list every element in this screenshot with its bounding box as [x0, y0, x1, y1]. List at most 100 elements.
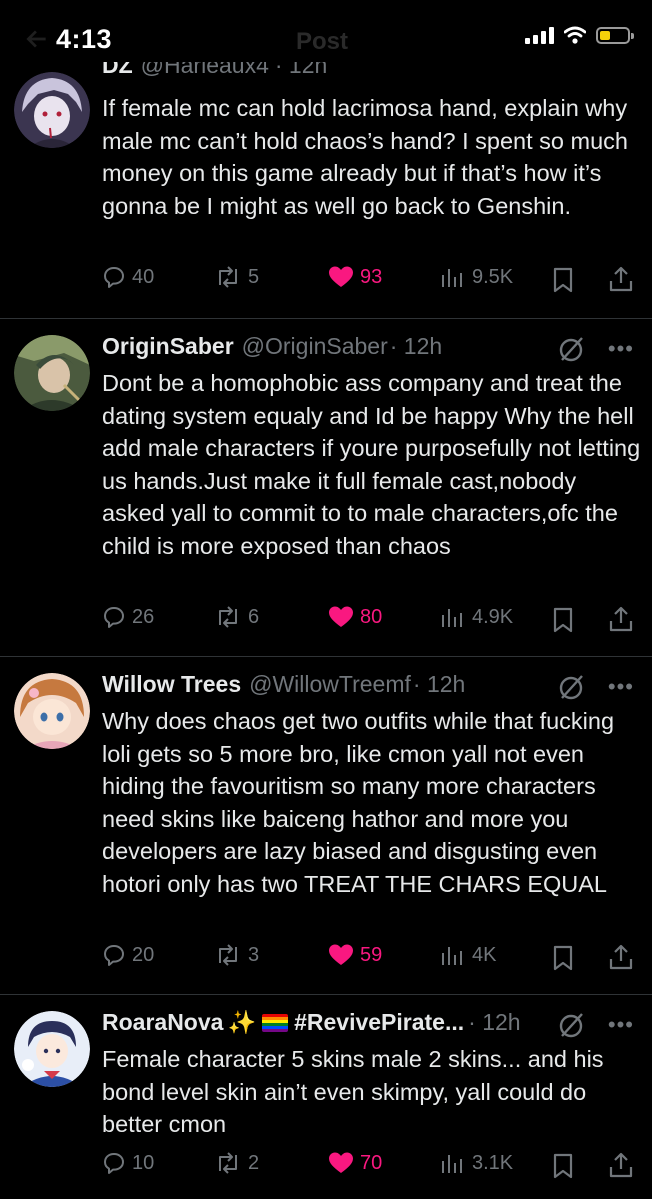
tweet-header-actions: •••: [558, 673, 634, 701]
heart-filled-icon: [329, 606, 353, 627]
view-count: 4.9K: [472, 605, 514, 628]
author-name[interactable]: OriginSaber: [102, 333, 234, 360]
more-options-icon[interactable]: •••: [608, 1014, 634, 1036]
bookmark-icon[interactable]: [552, 607, 574, 633]
bookmark-icon[interactable]: [552, 945, 574, 971]
analytics-icon: [442, 609, 462, 627]
tweet[interactable]: RoaraNova ✨ #RevivePirate... · 12h ••• F…: [0, 995, 652, 1199]
avatar[interactable]: [14, 335, 90, 411]
avatar[interactable]: [14, 673, 90, 749]
sparkles-emoji: ✨: [227, 1009, 257, 1035]
clock: 4:13: [56, 24, 113, 54]
repost-count: 5: [248, 265, 260, 288]
rainbow-flag-icon: [262, 1013, 289, 1032]
more-options-icon[interactable]: •••: [608, 338, 634, 360]
grok-icon[interactable]: [558, 673, 586, 701]
view-count: 4K: [472, 943, 497, 966]
views-button[interactable]: 3.1K: [440, 1151, 513, 1175]
repost-icon: [219, 266, 237, 288]
tweet-actions: 40 5 93 9.5K: [102, 265, 636, 295]
share-icon[interactable]: [608, 605, 634, 633]
page-title: Post: [296, 28, 349, 55]
back-arrow-icon[interactable]: [24, 26, 50, 52]
like-count: 59: [360, 943, 383, 966]
reply-button[interactable]: 20: [102, 943, 154, 967]
tweet-text: If female mc can hold lacrimosa hand, ex…: [102, 95, 628, 219]
reply-icon: [104, 945, 124, 966]
repost-count: 6: [248, 605, 260, 628]
like-button[interactable]: 80: [328, 605, 382, 629]
share-icon[interactable]: [608, 1151, 634, 1179]
author-name[interactable]: RoaraNova: [102, 1009, 223, 1036]
tweet-text: Dont be a homophobic ass company and tre…: [102, 370, 641, 559]
heart-filled-icon: [329, 1152, 353, 1173]
reply-button[interactable]: 10: [102, 1151, 154, 1175]
tweet-header: OriginSaber @OriginSaber · 12h: [102, 333, 542, 360]
avatar[interactable]: [14, 1011, 90, 1087]
views-button[interactable]: 4.9K: [440, 605, 513, 629]
reply-button[interactable]: 26: [102, 605, 154, 629]
like-count: 93: [360, 265, 383, 288]
tweet[interactable]: OriginSaber @OriginSaber · 12h ••• Dont …: [0, 319, 652, 655]
author-handle[interactable]: #RevivePirate...: [294, 1009, 464, 1036]
author-handle[interactable]: @OriginSaber: [242, 333, 388, 360]
like-button[interactable]: 59: [328, 943, 382, 967]
repost-icon: [219, 606, 237, 628]
tweet-actions: 26 6 80 4.9K: [102, 605, 636, 635]
post-time[interactable]: · 12h: [468, 1009, 520, 1036]
post-time[interactable]: · 12h: [390, 333, 442, 360]
repost-button[interactable]: 6: [214, 605, 259, 629]
like-button[interactable]: 70: [328, 1151, 382, 1175]
share-icon[interactable]: [608, 265, 634, 293]
repost-button[interactable]: 2: [214, 1151, 259, 1175]
reply-count: 20: [132, 943, 155, 966]
repost-count: 3: [248, 943, 260, 966]
like-button[interactable]: 93: [328, 265, 382, 289]
bookmark-icon[interactable]: [552, 267, 574, 293]
share-icon[interactable]: [608, 943, 634, 971]
analytics-icon: [442, 269, 462, 287]
more-options-icon[interactable]: •••: [608, 676, 634, 698]
wifi-icon: [564, 26, 586, 44]
views-button[interactable]: 4K: [440, 943, 496, 967]
like-count: 70: [360, 1151, 383, 1174]
post-time[interactable]: · 12h: [275, 62, 327, 79]
grok-icon[interactable]: [558, 335, 586, 363]
author-handle[interactable]: @Harleaux4: [141, 62, 269, 79]
tweet-header-actions: •••: [558, 335, 634, 363]
author-name[interactable]: Willow Trees: [102, 671, 241, 698]
tweet-header: RoaraNova ✨ #RevivePirate... · 12h: [102, 1009, 542, 1036]
reply-icon: [104, 1153, 124, 1174]
view-count: 9.5K: [472, 265, 514, 288]
author-handle[interactable]: @WillowTreemf: [249, 671, 411, 698]
views-button[interactable]: 9.5K: [440, 265, 513, 289]
bookmark-icon[interactable]: [552, 1153, 574, 1179]
tweet-text: Female character 5 skins male 2 skins...…: [102, 1046, 604, 1138]
like-count: 80: [360, 605, 383, 628]
analytics-icon: [442, 1155, 462, 1173]
tweet-header-actions: •••: [558, 1011, 634, 1039]
reply-count: 10: [132, 1151, 155, 1174]
author-name[interactable]: DZ: [102, 62, 133, 79]
status-icons: [525, 26, 634, 44]
grok-icon[interactable]: [558, 1011, 586, 1039]
reply-icon: [104, 607, 124, 628]
tweet-actions: 10 2 70 3.1K: [102, 1151, 636, 1181]
repost-button[interactable]: 5: [214, 265, 259, 289]
avatar[interactable]: [14, 72, 90, 148]
reply-button[interactable]: 40: [102, 265, 154, 289]
heart-filled-icon: [329, 944, 353, 965]
repost-button[interactable]: 3: [214, 943, 259, 967]
reply-count: 40: [132, 265, 155, 288]
tweet-header: Willow Trees @WillowTreemf · 12h: [102, 671, 542, 698]
battery-icon: [596, 26, 634, 44]
post-time[interactable]: · 12h: [413, 671, 465, 698]
tweet-actions: 20 3 59 4K: [102, 943, 636, 973]
cellular-signal-icon: [525, 26, 554, 44]
analytics-icon: [442, 947, 462, 965]
reply-count: 26: [132, 605, 155, 628]
tweet[interactable]: Willow Trees @WillowTreemf · 12h ••• Why…: [0, 657, 652, 993]
repost-count: 2: [248, 1151, 260, 1174]
tweet[interactable]: DZ @Harleaux4 · 12h If female mc can hol…: [0, 62, 652, 320]
tweet-text: Why does chaos get two outfits while tha…: [102, 708, 615, 897]
